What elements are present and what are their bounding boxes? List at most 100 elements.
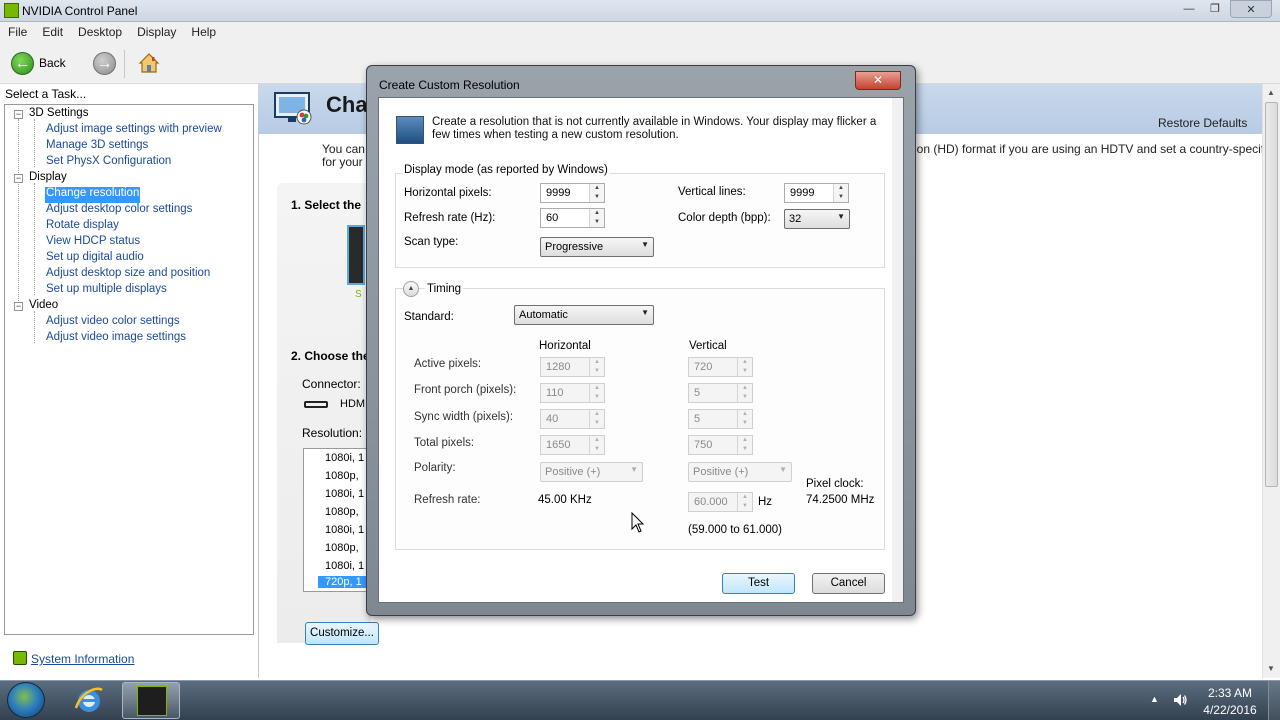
customize-button[interactable]: Customize... xyxy=(305,622,379,645)
spin-up-icon[interactable]: ▲ xyxy=(738,493,752,502)
refresh-rate-stepper[interactable]: 60 ▲ ▼ xyxy=(540,208,605,228)
active-pixels-v-stepper[interactable]: 720 ▲ ▼ xyxy=(688,357,753,377)
tray-expand-icon[interactable]: ▲ xyxy=(1150,694,1159,704)
tree-item-adjust-desktop-color[interactable]: Adjust desktop color settings xyxy=(46,203,192,219)
tree-item-rotate-display[interactable]: Rotate display xyxy=(46,219,119,235)
tree-item-digital-audio[interactable]: Set up digital audio xyxy=(46,251,144,267)
content-scrollbar[interactable]: ▲ ▼ xyxy=(1262,84,1280,678)
menu-desktop[interactable]: Desktop xyxy=(70,22,129,39)
tree-item-change-resolution[interactable]: Change resolution xyxy=(45,187,141,203)
vertical-refresh-stepper[interactable]: 60.000 ▲ ▼ xyxy=(688,492,753,512)
list-item[interactable]: 1080p, xyxy=(325,470,359,482)
spin-down-icon[interactable]: ▼ xyxy=(738,367,752,376)
menu-help[interactable]: Help xyxy=(183,22,223,39)
list-item[interactable]: 1080p, xyxy=(325,506,359,518)
list-item[interactable]: 1080i, 1 xyxy=(325,488,364,500)
spin-up-icon[interactable]: ▲ xyxy=(590,184,604,193)
spin-down-icon[interactable]: ▼ xyxy=(590,419,604,428)
spin-down-icon[interactable]: ▼ xyxy=(590,445,604,454)
color-depth-select[interactable]: 32 ▼ xyxy=(784,209,850,229)
spin-up-icon[interactable]: ▲ xyxy=(834,184,848,193)
spin-down-icon[interactable]: ▼ xyxy=(738,393,752,402)
menu-file[interactable]: File xyxy=(0,22,34,39)
timing-standard-select[interactable]: Automatic ▼ xyxy=(514,305,654,325)
tree-item-video-color-settings[interactable]: Adjust video color settings xyxy=(46,315,180,331)
total-pixels-h-stepper[interactable]: 1650 ▲ ▼ xyxy=(540,435,605,455)
spin-down-icon[interactable]: ▼ xyxy=(590,218,604,227)
sync-width-v-stepper[interactable]: 5 ▲ ▼ xyxy=(688,409,753,429)
sync-width-h-stepper[interactable]: 40 ▲ ▼ xyxy=(540,409,605,429)
front-porch-v-stepper[interactable]: 5 ▲ ▼ xyxy=(688,383,753,403)
taskbar-nvidia-control-panel[interactable] xyxy=(122,682,180,719)
resolution-list[interactable]: 1080i, 1 1080p, 1080i, 1 1080p, 1080i, 1… xyxy=(303,448,373,592)
list-item[interactable]: 1080i, 1 xyxy=(325,560,364,572)
cancel-button[interactable]: Cancel xyxy=(812,573,885,594)
close-button[interactable]: ✕ xyxy=(1230,0,1272,18)
spin-down-icon[interactable]: ▼ xyxy=(834,193,848,202)
spin-down-icon[interactable]: ▼ xyxy=(738,445,752,454)
clock-date[interactable]: 4/22/2016 xyxy=(1198,703,1262,717)
spin-down-icon[interactable]: ▼ xyxy=(590,193,604,202)
clock-time[interactable]: 2:33 AM xyxy=(1198,686,1262,700)
show-desktop-button[interactable] xyxy=(1268,681,1280,720)
home-icon[interactable] xyxy=(137,51,161,75)
spin-up-icon[interactable]: ▲ xyxy=(738,410,752,419)
tree-item-multiple-displays[interactable]: Set up multiple displays xyxy=(46,283,167,299)
spin-down-icon[interactable]: ▼ xyxy=(590,367,604,376)
spin-down-icon[interactable]: ▼ xyxy=(590,393,604,402)
spin-up-icon[interactable]: ▲ xyxy=(738,384,752,393)
back-button[interactable]: Back xyxy=(39,56,66,70)
spin-down-icon[interactable]: ▼ xyxy=(738,502,752,511)
tree-item-desktop-size-position[interactable]: Adjust desktop size and position xyxy=(46,267,210,283)
collapse-toggle-icon[interactable]: − xyxy=(14,302,23,311)
tree-category-display[interactable]: Display xyxy=(29,171,67,187)
collapse-toggle-icon[interactable]: − xyxy=(14,174,23,183)
menu-edit[interactable]: Edit xyxy=(34,22,70,39)
list-item[interactable]: 1080i, 1 xyxy=(325,452,364,464)
spin-up-icon[interactable]: ▲ xyxy=(590,358,604,367)
spin-up-icon[interactable]: ▲ xyxy=(590,410,604,419)
volume-icon[interactable] xyxy=(1172,692,1188,708)
tree-item-adjust-image-settings[interactable]: Adjust image settings with preview xyxy=(46,123,222,139)
spin-up-icon[interactable]: ▲ xyxy=(590,384,604,393)
monitor-icon[interactable] xyxy=(347,225,365,285)
list-item-selected[interactable]: 720p, 1 xyxy=(318,576,370,588)
polarity-v-select[interactable]: Positive (+) ▼ xyxy=(688,462,792,482)
list-item[interactable]: 1080p, xyxy=(325,542,359,554)
spin-up-icon[interactable]: ▲ xyxy=(590,209,604,218)
spin-down-icon[interactable]: ▼ xyxy=(738,419,752,428)
maximize-button[interactable]: ❐ xyxy=(1201,0,1229,18)
front-porch-h-stepper[interactable]: 110 ▲ ▼ xyxy=(540,383,605,403)
minimize-button[interactable]: — xyxy=(1175,0,1203,18)
dialog-scrollbar[interactable] xyxy=(892,98,903,602)
spin-up-icon[interactable]: ▲ xyxy=(738,358,752,367)
back-arrow-icon[interactable]: ← xyxy=(11,52,34,75)
test-button[interactable]: Test xyxy=(722,573,795,594)
menu-display[interactable]: Display xyxy=(129,22,183,39)
tree-category-video[interactable]: Video xyxy=(29,299,58,315)
total-pixels-v-stepper[interactable]: 750 ▲ ▼ xyxy=(688,435,753,455)
forward-arrow-icon[interactable]: → xyxy=(93,52,116,75)
tree-category-3d-settings[interactable]: 3D Settings xyxy=(29,107,88,123)
tree-item-physx-configuration[interactable]: Set PhysX Configuration xyxy=(46,155,171,171)
tree-item-video-image-settings[interactable]: Adjust video image settings xyxy=(46,331,186,347)
dialog-close-button[interactable]: ✕ xyxy=(855,71,901,90)
active-pixels-h-stepper[interactable]: 1280 ▲ ▼ xyxy=(540,357,605,377)
scan-type-select[interactable]: Progressive ▼ xyxy=(540,237,654,257)
list-item[interactable]: 1080i, 1 xyxy=(325,524,364,536)
polarity-h-select[interactable]: Positive (+) ▼ xyxy=(540,462,643,482)
tree-item-view-hdcp-status[interactable]: View HDCP status xyxy=(46,235,140,251)
horizontal-pixels-stepper[interactable]: 9999 ▲ ▼ xyxy=(540,183,605,203)
tree-item-manage-3d-settings[interactable]: Manage 3D settings xyxy=(46,139,148,155)
start-button-icon[interactable] xyxy=(7,682,45,718)
scroll-thumb[interactable] xyxy=(1265,102,1278,487)
scroll-up-icon[interactable]: ▲ xyxy=(1267,88,1275,97)
internet-explorer-icon[interactable] xyxy=(73,684,105,716)
collapse-timing-icon[interactable]: ▲ xyxy=(403,281,419,297)
scroll-down-icon[interactable]: ▼ xyxy=(1267,664,1275,673)
vertical-lines-stepper[interactable]: 9999 ▲ ▼ xyxy=(784,183,849,203)
collapse-toggle-icon[interactable]: − xyxy=(14,110,23,119)
spin-up-icon[interactable]: ▲ xyxy=(738,436,752,445)
spin-up-icon[interactable]: ▲ xyxy=(590,436,604,445)
restore-defaults-link[interactable]: Restore Defaults xyxy=(1158,116,1247,130)
